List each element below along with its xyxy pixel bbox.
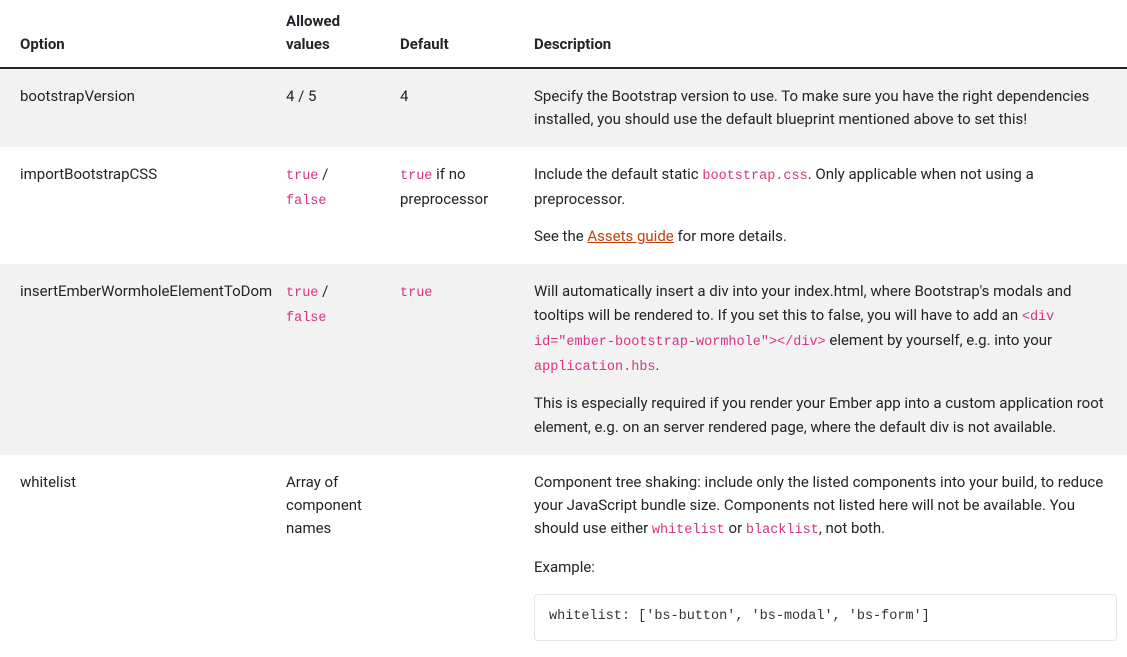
example-label: Example:: [534, 556, 1117, 579]
code-filename: application.hbs: [534, 360, 656, 375]
code-true: true: [400, 169, 432, 184]
allowed-values: true / false: [266, 147, 380, 264]
description-text: See the Assets guide for more details.: [534, 225, 1117, 248]
code-true: true: [286, 286, 318, 301]
description-text: This is especially required if you rende…: [534, 392, 1117, 439]
option-name: insertEmberWormholeElementToDom: [0, 264, 266, 455]
header-description: Description: [514, 0, 1127, 68]
code-true: true: [286, 169, 318, 184]
description-text: Include the default static bootstrap.css…: [534, 163, 1117, 211]
table-row: bootstrapVersion 4 / 5 4 Specify the Boo…: [0, 68, 1127, 148]
allowed-sep: /: [318, 165, 328, 183]
allowed-values: true / false: [266, 264, 380, 455]
header-default: Default: [380, 0, 514, 68]
allowed-sep: /: [318, 282, 328, 300]
option-name: bootstrapVersion: [0, 68, 266, 148]
code-term: whitelist: [652, 523, 725, 538]
default-value: 4: [380, 68, 514, 148]
header-option: Option: [0, 0, 266, 68]
header-allowed: Allowed values: [266, 0, 380, 68]
code-false: false: [286, 194, 327, 209]
table-row: importBootstrapCSS true / false true if …: [0, 147, 1127, 264]
allowed-values: Array of component names: [266, 455, 380, 657]
code-true: true: [400, 286, 432, 301]
allowed-values: 4 / 5: [266, 68, 380, 148]
description-cell: Will automatically insert a div into you…: [514, 264, 1127, 455]
description-cell: Include the default static bootstrap.css…: [514, 147, 1127, 264]
example-code: whitelist: ['bs-button', 'bs-modal', 'bs…: [534, 594, 1117, 641]
default-value: [380, 455, 514, 657]
header-row: Option Allowed values Default Descriptio…: [0, 0, 1127, 68]
description-text: Specify the Bootstrap version to use. To…: [534, 85, 1117, 132]
assets-guide-link[interactable]: Assets guide: [587, 227, 673, 245]
option-name: whitelist: [0, 455, 266, 657]
description-text: Will automatically insert a div into you…: [534, 280, 1117, 378]
description-cell: Specify the Bootstrap version to use. To…: [514, 68, 1127, 148]
option-name: importBootstrapCSS: [0, 147, 266, 264]
description-cell: Component tree shaking: include only the…: [514, 455, 1127, 657]
description-text: Component tree shaking: include only the…: [534, 471, 1117, 542]
default-value: true: [380, 264, 514, 455]
table-row: whitelist Array of component names Compo…: [0, 455, 1127, 657]
code-false: false: [286, 311, 327, 326]
options-table: Option Allowed values Default Descriptio…: [0, 0, 1127, 657]
code-filename: bootstrap.css: [702, 169, 807, 184]
default-value: true if no preprocessor: [380, 147, 514, 264]
table-row: insertEmberWormholeElementToDom true / f…: [0, 264, 1127, 455]
code-term: blacklist: [746, 523, 819, 538]
